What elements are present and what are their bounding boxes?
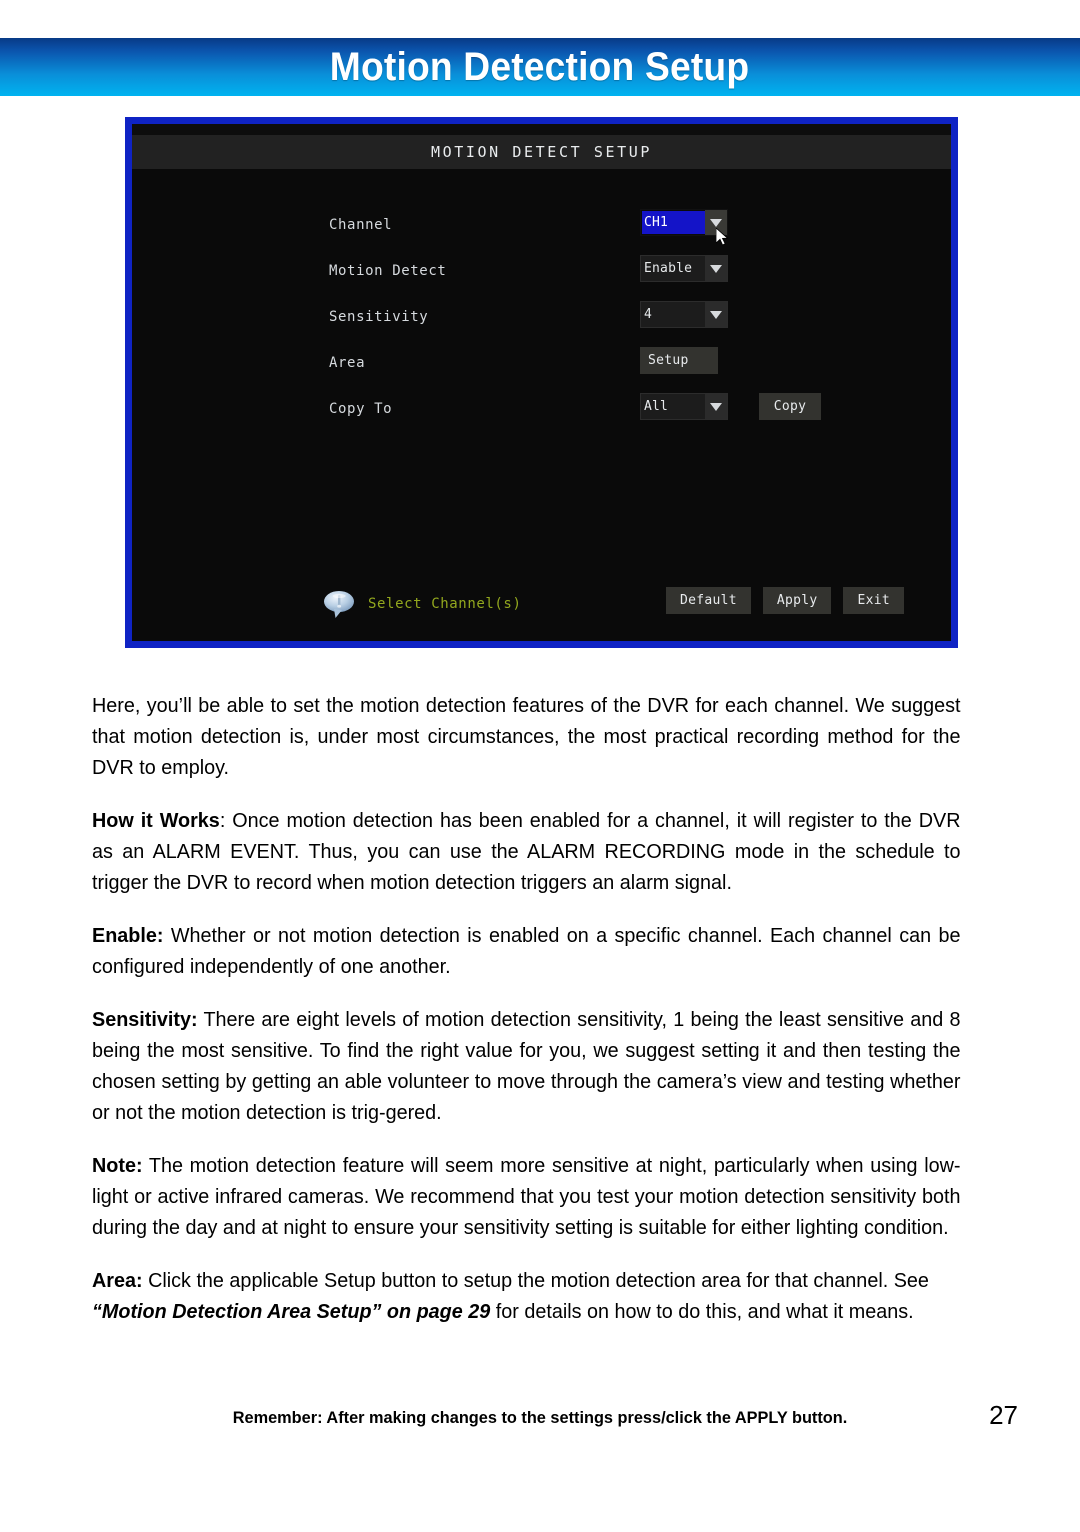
label-area: Area: [329, 355, 366, 371]
motion-detect-chevron-down-icon[interactable]: [705, 256, 727, 281]
paragraph-area: Area: Click the applicable Setup button …: [92, 1265, 961, 1327]
page-header-banner: Motion Detection Setup: [0, 38, 1080, 96]
select-channels-hint-text: Select Channel(s): [368, 596, 522, 612]
area-label: Area:: [92, 1269, 143, 1292]
sensitivity-control-wrap: 4: [640, 301, 728, 328]
motion-detect-dropdown[interactable]: Enable: [640, 255, 728, 282]
enable-label: Enable:: [92, 924, 164, 947]
form-row-sensitivity: Sensitivity 4: [132, 299, 951, 345]
mouse-cursor-icon: [716, 228, 729, 246]
sensitivity-chevron-down-icon[interactable]: [705, 302, 727, 327]
page-title: Motion Detection Setup: [330, 44, 750, 89]
copy-to-dropdown[interactable]: All: [640, 393, 728, 420]
dvr-action-buttons: Default Apply Exit: [665, 587, 904, 614]
channel-dropdown[interactable]: CH1: [640, 209, 729, 246]
copy-to-chevron-down-icon[interactable]: [705, 394, 727, 419]
sensitivity-label: Sensitivity:: [92, 1008, 198, 1031]
note-body: The motion detection feature will seem m…: [92, 1154, 961, 1239]
note-label: Note:: [92, 1154, 143, 1177]
copy-to-control-wrap: All: [640, 393, 728, 420]
label-copy-to: Copy To: [329, 401, 393, 417]
sensitivity-dropdown[interactable]: 4: [640, 301, 728, 328]
dvr-title-bar: MOTION DETECT SETUP: [132, 135, 951, 169]
copy-button[interactable]: Copy: [759, 393, 821, 420]
footer-remember-note: Remember: After making changes to the se…: [232, 1408, 848, 1427]
area-body-post: for details on how to do this, and what …: [490, 1300, 914, 1323]
motion-detect-dropdown-value: Enable: [644, 261, 693, 276]
dvr-body: Channel CH1 Motion Detect Enable Sensiti…: [132, 169, 951, 641]
dvr-window-title: MOTION DETECT SETUP: [431, 143, 652, 161]
default-button[interactable]: Default: [665, 587, 751, 614]
sensitivity-dropdown-value: 4: [644, 307, 653, 322]
paragraph-sensitivity: Sensitivity: There are eight levels of m…: [92, 1004, 961, 1128]
form-row-channel: Channel CH1: [132, 207, 951, 253]
label-motion-detect: Motion Detect: [329, 263, 447, 279]
paragraph-note: Note: The motion detection feature will …: [92, 1150, 961, 1243]
enable-body: Whether or not motion detection is enabl…: [92, 924, 961, 978]
channel-dropdown-value: CH1: [644, 215, 669, 230]
page-number: 27: [989, 1400, 1018, 1430]
area-control-wrap: Setup: [640, 347, 718, 374]
form-row-copy-to: Copy To All Copy: [132, 391, 951, 437]
paragraph-intro: Here, you’ll be able to set the motion d…: [92, 694, 961, 779]
how-it-works-body: : Once motion detection has been enabled…: [92, 809, 961, 894]
article-body: Here, you’ll be able to set the motion d…: [92, 690, 992, 1349]
motion-detect-control-wrap: Enable: [640, 255, 728, 282]
paragraph-enable: Enable: Whether or not motion detection …: [92, 920, 961, 982]
form-row-area: Area Setup: [132, 345, 951, 391]
apply-button[interactable]: Apply: [762, 587, 832, 614]
copy-to-dropdown-value: All: [644, 399, 669, 414]
select-channels-hint: Select Channel(s): [322, 589, 522, 619]
dvr-top-strip: [132, 124, 951, 135]
how-it-works-label: How it Works: [92, 809, 220, 832]
dvr-screen: MOTION DETECT SETUP Channel CH1 Motion D…: [132, 124, 951, 641]
form-row-motion-detect: Motion Detect Enable: [132, 253, 951, 299]
dvr-screenshot-frame: MOTION DETECT SETUP Channel CH1 Motion D…: [125, 117, 958, 648]
label-sensitivity: Sensitivity: [329, 309, 429, 325]
area-body-pre: Click the applicable Setup button to set…: [142, 1269, 929, 1292]
channel-control-wrap: CH1: [640, 209, 729, 246]
dvr-settings-form: Channel CH1 Motion Detect Enable Sensiti…: [132, 207, 951, 437]
area-setup-button[interactable]: Setup: [640, 347, 718, 374]
info-balloon-icon: [324, 591, 354, 618]
label-channel: Channel: [329, 217, 393, 233]
sensitivity-body: There are eight levels of motion detecti…: [92, 1008, 961, 1124]
area-cross-reference: “Motion Detection Area Setup” on page 29: [92, 1300, 491, 1323]
exit-button[interactable]: Exit: [843, 587, 904, 614]
paragraph-how-it-works: How it Works: Once motion detection has …: [92, 805, 961, 898]
